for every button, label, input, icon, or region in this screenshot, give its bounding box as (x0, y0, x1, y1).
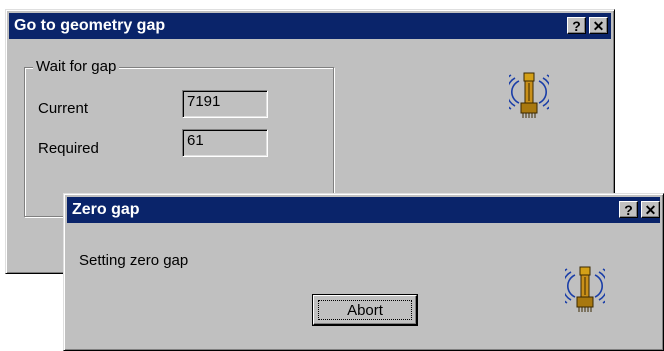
required-value-field: 61 (182, 129, 268, 157)
current-label: Current (38, 100, 89, 117)
required-label: Required (38, 140, 99, 157)
status-message: Setting zero gap (79, 252, 189, 269)
help-button[interactable]: ? (619, 201, 638, 218)
close-icon: ✕ (644, 201, 657, 218)
help-button[interactable]: ? (567, 17, 586, 34)
dialog-title: Go to geometry gap (14, 17, 166, 34)
current-value-field: 7191 (182, 90, 268, 118)
dialog-title: Zero gap (72, 201, 140, 218)
title-bar[interactable]: Zero gap ? ✕ (67, 197, 660, 223)
group-label: Wait for gap (33, 58, 120, 75)
title-bar[interactable]: Go to geometry gap ? ✕ (9, 13, 611, 39)
zero-gap-dialog: Zero gap ? ✕ Setting zero gap Abort (63, 193, 664, 351)
abort-button[interactable]: Abort (313, 295, 417, 325)
close-button[interactable]: ✕ (589, 17, 608, 34)
close-button[interactable]: ✕ (641, 201, 660, 218)
close-icon: ✕ (592, 17, 605, 34)
antenna-icon (565, 266, 605, 312)
antenna-icon (509, 72, 549, 118)
